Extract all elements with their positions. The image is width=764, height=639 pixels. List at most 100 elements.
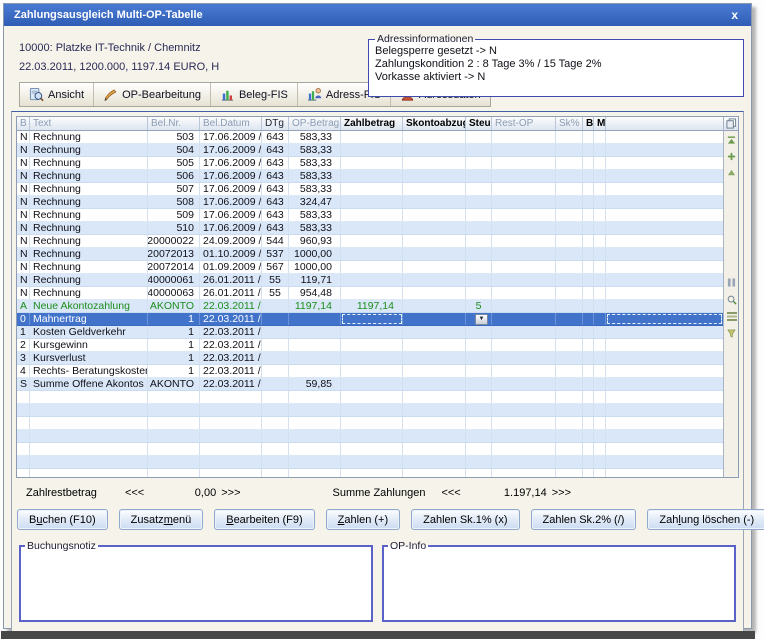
cell-zahl — [341, 157, 403, 169]
search-icon[interactable] — [726, 294, 737, 305]
cell-steue — [466, 144, 492, 156]
table-row[interactable]: NRechnung2000002224.09.2009 /Do544960,93 — [17, 235, 723, 248]
table-row-empty[interactable] — [17, 469, 723, 477]
cell-empty — [492, 209, 556, 221]
column-header[interactable]: Rest-OP — [492, 117, 556, 130]
cell-zahl: 1197,14 — [341, 300, 403, 312]
table-row[interactable]: NRechnung2007201401.09.2009 /Di5671000,0… — [17, 261, 723, 274]
cell-date — [200, 469, 262, 477]
column-header[interactable]: Bel.Nr. — [148, 117, 200, 130]
dialog-window: Zahlungsausgleich Multi-OP-Tabelle x 100… — [3, 3, 752, 629]
cell-empty — [606, 222, 723, 234]
table-row-empty[interactable] — [17, 430, 723, 443]
cell-empty — [492, 404, 556, 416]
buchen-button[interactable]: Buchen (F10) — [17, 509, 108, 530]
zahlung-loeschen-button[interactable]: Zahlung löschen (-) — [647, 509, 764, 530]
column-header[interactable]: Steue — [466, 117, 492, 130]
column-header[interactable]: M — [594, 117, 606, 130]
cell-zahl — [341, 170, 403, 182]
zahlen-sk1-button[interactable]: Zahlen Sk.1% (x) — [411, 509, 519, 530]
add-row-icon[interactable] — [726, 151, 737, 162]
cell-empty — [556, 144, 583, 156]
button-label: chen (F10) — [42, 514, 95, 526]
cell-empty — [583, 274, 594, 286]
bearbeiten-button[interactable]: Bearbeiten (F9) — [214, 509, 314, 530]
button-label: B — [29, 514, 36, 526]
tab-beleg-fis[interactable]: Beleg-FIS — [211, 83, 298, 106]
button-label: earbeiten (F9) — [234, 514, 303, 526]
columns-icon[interactable] — [726, 277, 737, 288]
table-row[interactable]: NRechnung50917.06.2009 /Mi643583,33 — [17, 209, 723, 222]
table-row[interactable]: 0Mahnertrag122.03.2011 /Di▼ — [17, 313, 723, 326]
steue-dropdown[interactable]: ▼ — [475, 314, 488, 325]
table-row[interactable]: NRechnung4000006326.01.2011 /Mi55954,48 — [17, 287, 723, 300]
table-row[interactable]: ANeue AkontozahlungAKONTO22.03.2011 /Di1… — [17, 300, 723, 313]
cell-dtg — [262, 469, 289, 477]
table-row[interactable]: 4Rechts- Beratungskosten122.03.2011 /Di — [17, 365, 723, 378]
zahlen-button[interactable]: Zahlen (+) — [326, 509, 400, 530]
cell-op — [289, 417, 341, 429]
column-header[interactable]: Bel.Datum — [200, 117, 262, 130]
records-icon[interactable] — [726, 311, 737, 322]
cell-flag: N — [17, 144, 30, 156]
table-row[interactable]: 2Kursgewinn122.03.2011 /Di — [17, 339, 723, 352]
column-header[interactable]: B — [17, 117, 30, 130]
table-row[interactable]: NRechnung50317.06.2009 /Mi643583,33 — [17, 131, 723, 144]
cell-skonto — [403, 352, 466, 364]
table-row[interactable]: NRechnung50617.06.2009 /Mi643583,33 — [17, 170, 723, 183]
cell-empty — [583, 326, 594, 338]
cell-empty — [556, 456, 583, 468]
column-header[interactable]: Skontoabzug — [403, 117, 466, 130]
cell-date: 17.06.2009 /Mi — [200, 157, 262, 169]
cell-empty — [606, 183, 723, 195]
column-header[interactable]: Text — [30, 117, 148, 130]
table-row[interactable]: NRechnung51017.06.2009 /Mi643583,33 — [17, 222, 723, 235]
table-row[interactable]: NRechnung4000006126.01.2011 /Mi55119,71 — [17, 274, 723, 287]
cell-dtg: 643 — [262, 209, 289, 221]
cell-text: Rechnung — [30, 131, 148, 143]
cell-empty — [606, 469, 723, 477]
table-row-empty[interactable] — [17, 404, 723, 417]
table-row[interactable]: NRechnung50517.06.2009 /Mi643583,33 — [17, 157, 723, 170]
cell-empty — [606, 248, 723, 260]
table-row[interactable]: NRechnung50817.06.2009 /Mi643324,47 — [17, 196, 723, 209]
table-row-empty[interactable] — [17, 443, 723, 456]
copy-icon[interactable] — [724, 117, 738, 131]
cell-dtg — [262, 300, 289, 312]
cell-empty — [583, 391, 594, 403]
table-row-empty[interactable] — [17, 391, 723, 404]
cell-empty — [492, 378, 556, 390]
zahlen-sk2-button[interactable]: Zahlen Sk.2% (/) — [531, 509, 637, 530]
booking-note-input[interactable] — [21, 552, 371, 620]
table-row-empty[interactable] — [17, 456, 723, 469]
scroll-top-icon[interactable] — [726, 135, 737, 146]
cell-empty — [556, 274, 583, 286]
table-row-empty[interactable] — [17, 417, 723, 430]
cell-flag — [17, 391, 30, 403]
column-header[interactable]: B — [583, 117, 594, 130]
arrows-open-2: <<< — [441, 487, 460, 499]
table-row[interactable]: NRechnung2007201301.10.2009 /Do5371000,0… — [17, 248, 723, 261]
cell-date: 22.03.2011 /Di — [200, 365, 262, 377]
cell-empty — [606, 417, 723, 429]
cell-date — [200, 456, 262, 468]
table-row[interactable]: NRechnung50717.06.2009 /Mi643583,33 — [17, 183, 723, 196]
scroll-up-icon[interactable] — [726, 167, 737, 178]
column-header[interactable]: Zahlbetrag — [341, 117, 403, 130]
filter-icon[interactable] — [726, 328, 737, 339]
table-row[interactable]: NRechnung50417.06.2009 /Mi643583,33 — [17, 144, 723, 157]
close-button[interactable]: x — [728, 8, 741, 22]
tab-ansicht[interactable]: Ansicht — [20, 83, 94, 106]
op-info-area[interactable] — [384, 552, 734, 620]
column-header[interactable]: DTg — [262, 117, 289, 130]
table-row[interactable]: 1Kosten Geldverkehr122.03.2011 /Di — [17, 326, 723, 339]
table-row[interactable]: 3Kursverlust122.03.2011 /Di — [17, 352, 723, 365]
table-row[interactable]: SSumme Offene AkontosAKONTO22.03.2011 /D… — [17, 378, 723, 391]
cell-empty — [594, 235, 606, 247]
zusatzmenue-button[interactable]: Zusatzmenü — [119, 509, 204, 530]
title-bar[interactable]: Zahlungsausgleich Multi-OP-Tabelle x — [4, 4, 751, 26]
column-header[interactable]: OP-Betrag — [289, 117, 341, 130]
tab-op-bearbeitung[interactable]: OP-Bearbeitung — [94, 83, 211, 106]
column-header[interactable]: Sk% — [556, 117, 583, 130]
cell-zahl — [341, 430, 403, 442]
